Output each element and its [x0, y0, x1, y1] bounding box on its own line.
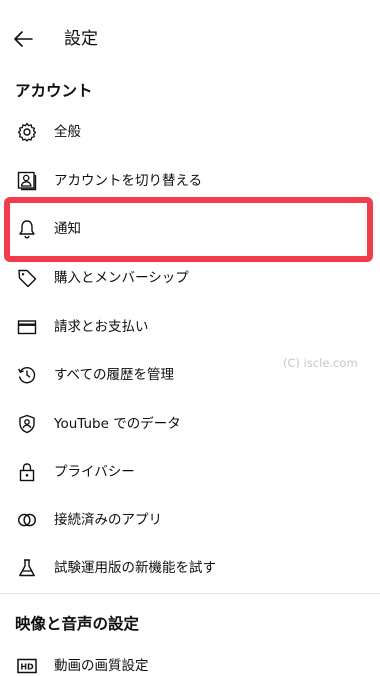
section-divider: [0, 593, 380, 594]
menu-item-billing[interactable]: 請求とお支払い: [0, 304, 380, 350]
menu-item-switch-account[interactable]: アカウントを切り替える: [0, 158, 380, 204]
section-title-video-audio: 映像と音声の設定: [15, 615, 140, 633]
top-app-bar: 設定: [0, 0, 380, 72]
section-title-account: アカウント: [15, 82, 93, 100]
menu-item-label: 動画の画質設定: [54, 658, 149, 674]
credit-card-icon: [17, 320, 37, 335]
linked-circles-icon: [18, 513, 37, 527]
history-icon: [18, 367, 36, 384]
hd-icon: HD: [17, 658, 37, 674]
bell-icon: [19, 220, 35, 239]
menu-item-your-data[interactable]: YouTube でのデータ: [0, 401, 380, 447]
menu-item-label: 購入とメンバーシップ: [54, 270, 189, 286]
menu-item-general[interactable]: 全般: [0, 109, 380, 155]
watermark: (C) iscle.com: [283, 356, 358, 370]
menu-item-label: YouTube でのデータ: [54, 416, 181, 432]
menu-item-try-experimental[interactable]: 試験運用版の新機能を試す: [0, 545, 380, 591]
switch-account-icon: [17, 171, 37, 191]
menu-item-video-quality[interactable]: HD 動画の画質設定: [0, 643, 380, 677]
settings-screen: 設定 アカウント 全般 アカウントを切り替える 通知 購入とメンバーシップ 請求…: [0, 0, 380, 677]
menu-item-label: アカウントを切り替える: [54, 173, 203, 189]
menu-item-privacy[interactable]: プライバシー: [0, 449, 380, 495]
menu-item-notifications[interactable]: 通知: [0, 206, 380, 252]
menu-item-label: 全般: [54, 124, 81, 140]
gear-icon: [17, 122, 37, 142]
menu-item-label: プライバシー: [54, 464, 135, 480]
lock-icon: [19, 463, 35, 482]
menu-item-label: 接続済みのアプリ: [54, 512, 162, 528]
back-arrow-icon[interactable]: [10, 26, 38, 52]
svg-text:HD: HD: [20, 663, 34, 672]
menu-item-purchases[interactable]: 購入とメンバーシップ: [0, 255, 380, 301]
menu-item-connected-apps[interactable]: 接続済みのアプリ: [0, 497, 380, 543]
tag-icon: [18, 269, 37, 288]
menu-item-label: 試験運用版の新機能を試す: [54, 560, 216, 576]
shield-user-icon: [19, 414, 35, 434]
menu-item-label: 請求とお支払い: [54, 319, 149, 335]
page-title: 設定: [64, 29, 98, 49]
menu-item-label: 通知: [54, 221, 81, 237]
menu-item-label: すべての履歴を管理: [54, 367, 175, 383]
flask-icon: [19, 559, 35, 577]
